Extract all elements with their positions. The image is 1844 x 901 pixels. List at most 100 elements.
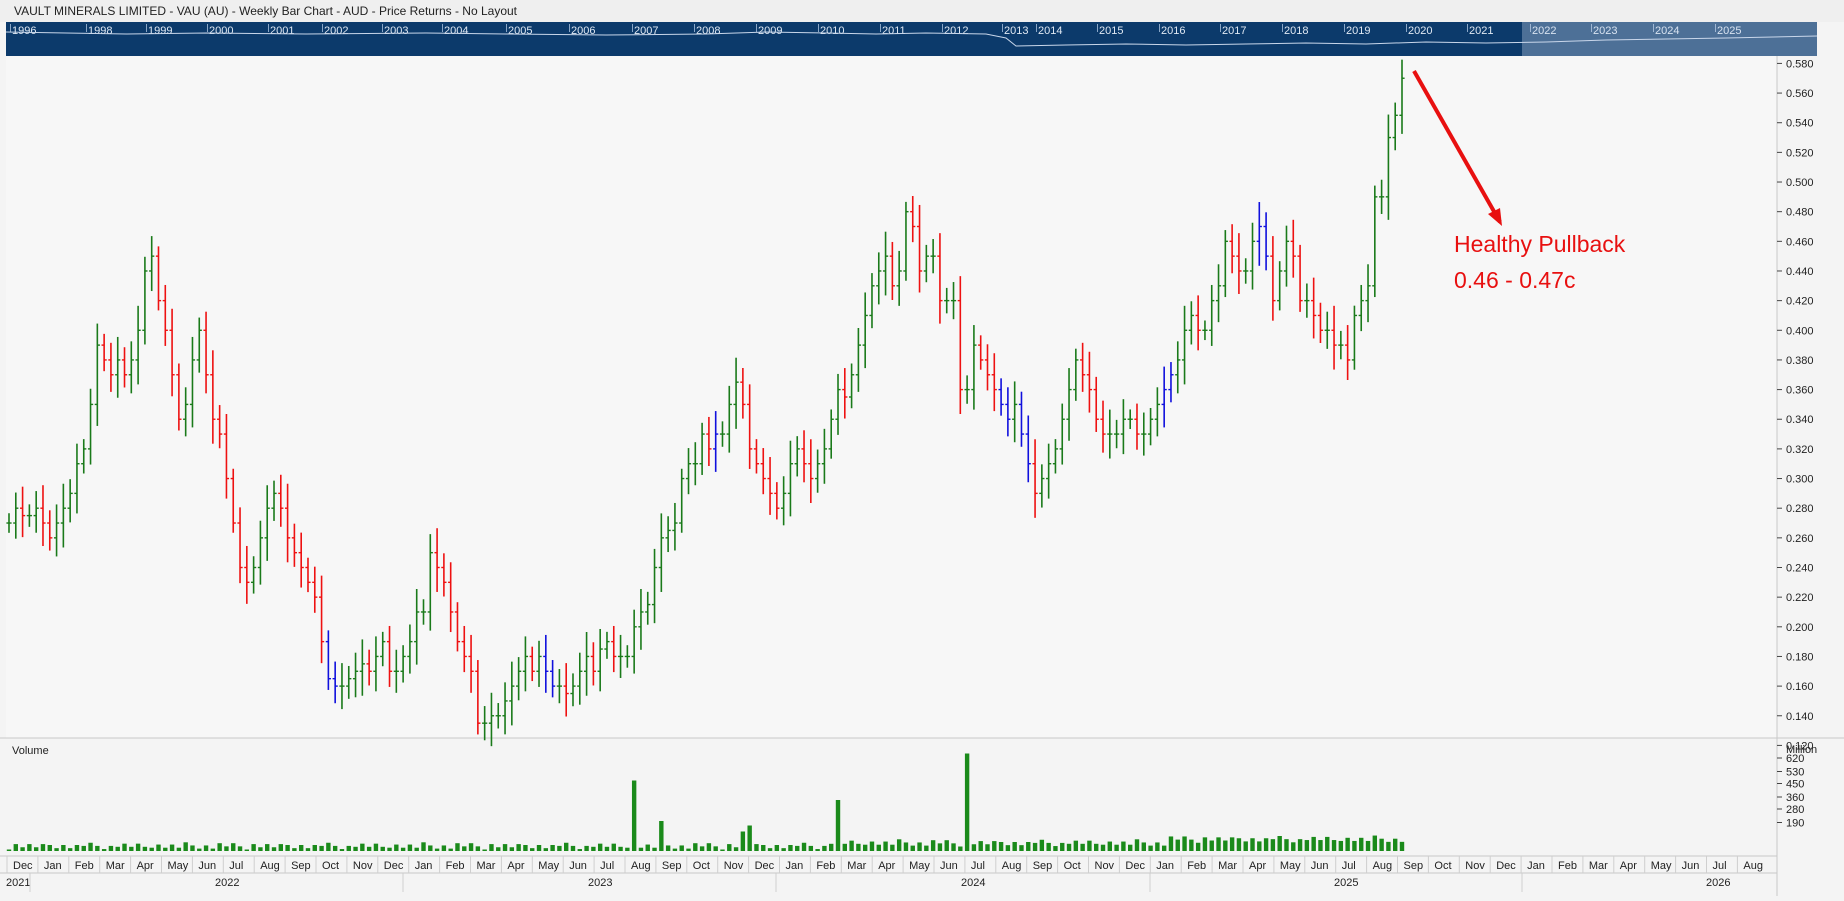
volume-bar [978, 841, 983, 851]
volume-bar [509, 847, 515, 851]
volume-bar [917, 842, 922, 851]
volume-bar [903, 842, 909, 851]
price-axis-label: 0.560 [1786, 88, 1814, 100]
month-label: Jun [940, 860, 958, 872]
volume-bar [767, 848, 773, 851]
volume-bar [597, 843, 603, 851]
price-axis-label: 0.540 [1786, 118, 1814, 130]
month-label: Jun [198, 860, 216, 872]
volume-bar [1372, 835, 1378, 851]
navigator-selection-window[interactable] [1522, 22, 1817, 56]
volume-bar [1182, 836, 1187, 851]
volume-bar [652, 847, 657, 851]
volume-bar [536, 845, 542, 851]
volume-bar [1189, 839, 1194, 851]
month-label: Mar [847, 860, 866, 872]
volume-bar [665, 845, 671, 851]
price-axis-label: 0.580 [1786, 58, 1814, 70]
volume-bar [496, 847, 501, 851]
volume-bar [224, 846, 229, 851]
volume-bar [672, 848, 678, 851]
volume-bar [122, 843, 127, 851]
price-axis-label: 0.480 [1786, 207, 1814, 219]
volume-bar [292, 848, 297, 851]
year-label: 2026 [1706, 877, 1730, 889]
volume-bar [6, 849, 12, 851]
volume-bar [27, 844, 32, 851]
month-axis: Dec Jan Feb Mar Apr May Jun Jul Aug Sep Oct Nov Dec J… [6, 856, 1763, 873]
volume-bar [1352, 840, 1357, 851]
volume-bar [1325, 836, 1330, 851]
volume-bar [1012, 842, 1017, 851]
volume-bar [298, 845, 304, 851]
month-label: Apr [507, 860, 524, 872]
volume-bar [1277, 836, 1282, 851]
volume-bar [88, 842, 93, 851]
year-label: 2025 [1334, 877, 1358, 889]
month-label: Feb [1558, 860, 1577, 872]
volume-bar [1026, 842, 1031, 851]
volume-bar [1046, 842, 1051, 851]
timeline-navigator[interactable]: 1996 1998 1999 2000 2001 2002 2003 2004 2005 2006… [6, 22, 1817, 56]
volume-bar [1060, 842, 1065, 851]
volume-bar [1243, 841, 1248, 851]
volume-bar [584, 845, 589, 851]
month-label: May [538, 860, 559, 872]
volume-bar [217, 843, 222, 851]
month-label: Sep [291, 860, 311, 872]
month-label: Dec [1125, 860, 1145, 872]
volume-bar [1311, 836, 1316, 851]
volume-bar [40, 844, 46, 851]
volume-bar [366, 846, 372, 851]
month-label: Sep [1033, 860, 1053, 872]
month-label: Aug [631, 860, 651, 872]
volume-bars [6, 753, 1405, 851]
volume-bar [625, 847, 630, 851]
volume-bar [1161, 845, 1167, 851]
volume-bar [1250, 838, 1255, 851]
volume-bar [1141, 842, 1146, 851]
volume-bar [1195, 842, 1201, 851]
volume-bar [108, 845, 114, 851]
price-axis-label: 0.440 [1786, 266, 1814, 278]
volume-bar [1297, 839, 1303, 851]
volume-bar [937, 843, 943, 851]
volume-bar [1365, 840, 1371, 851]
month-label: Jun [569, 860, 587, 872]
volume-bar [958, 846, 963, 851]
month-label: Feb [446, 860, 465, 872]
month-label: Nov [724, 860, 744, 872]
volume-bar [754, 844, 759, 851]
volume-bar [1107, 841, 1113, 851]
volume-bar [394, 844, 399, 851]
volume-bar [747, 825, 752, 851]
volume-bar [924, 845, 929, 851]
price-chart: 0.580 0.560 0.540 0.520 0.500 0.480 0.460 0.440… [0, 56, 1844, 896]
volume-bar [67, 848, 73, 851]
volume-bar [842, 843, 847, 851]
volume-bar [543, 848, 549, 851]
volume-bar [462, 846, 467, 851]
volume-bar [1094, 843, 1099, 851]
volume-bar [156, 844, 161, 851]
volume-bar [1223, 840, 1228, 851]
month-label: Mar [477, 860, 496, 872]
volume-bar [862, 844, 868, 851]
volume-bar [1393, 838, 1398, 851]
volume-bar [910, 845, 915, 851]
volume-bar [720, 849, 725, 851]
price-axis-label: 0.260 [1786, 533, 1814, 545]
volume-bar [1148, 845, 1153, 851]
volume-bar [944, 840, 949, 851]
price-axis-label: 0.300 [1786, 474, 1814, 486]
volume-bar [883, 841, 888, 851]
volume-bar [346, 845, 351, 851]
price-axis-label: 0.240 [1786, 563, 1814, 575]
volume-bar [631, 780, 637, 851]
price-axis-label: 0.380 [1786, 355, 1814, 367]
volume-bar [604, 846, 610, 851]
month-label: Oct [1434, 860, 1451, 872]
window-title: VAULT MINERALS LIMITED - VAU (AU) - Week… [0, 0, 1844, 22]
volume-bar [1005, 845, 1011, 851]
volume-axis-label: 360 [1786, 792, 1804, 804]
